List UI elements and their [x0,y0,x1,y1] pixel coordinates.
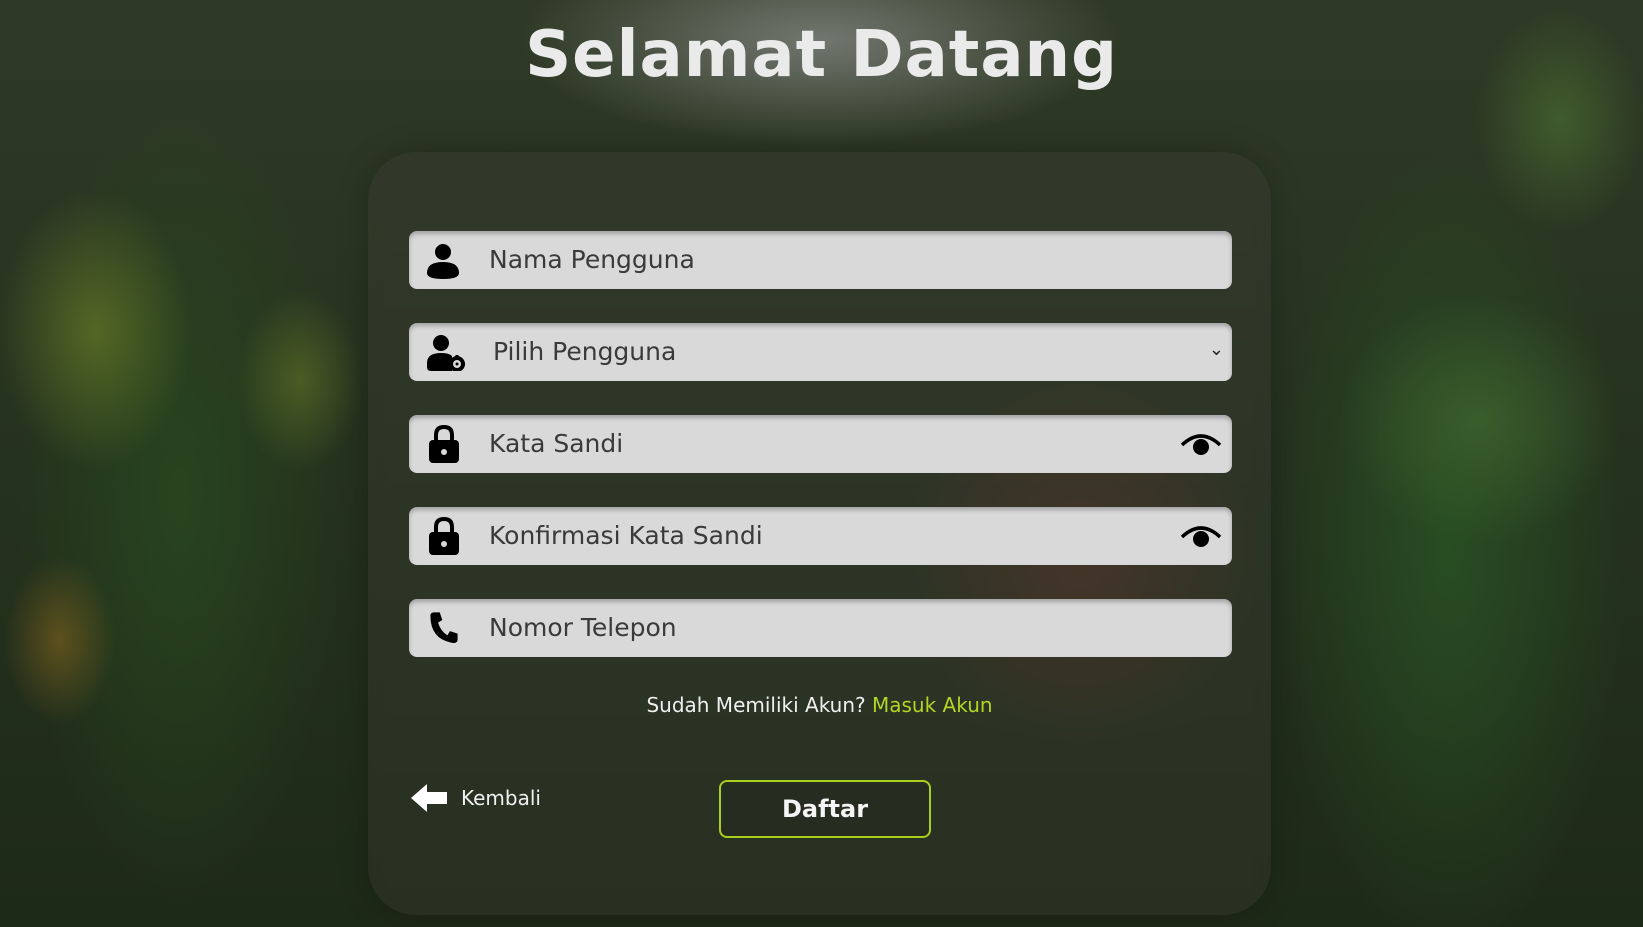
eye-icon[interactable] [1180,521,1222,551]
arrow-left-icon [411,784,447,812]
register-card: Nama Pengguna Pilih Pengguna ⌄ Kata Sand… [368,152,1271,915]
chevron-down-icon: ⌄ [1208,339,1224,360]
password-placeholder: Kata Sandi [489,429,624,458]
confirm-password-field[interactable]: Konfirmasi Kata Sandi [409,507,1232,565]
role-select[interactable]: Pilih Pengguna ⌄ [409,323,1232,381]
signin-prompt: Sudah Memiliki Akun? Masuk Akun [368,693,1271,717]
phone-field[interactable]: Nomor Telepon [409,599,1232,657]
eye-icon[interactable] [1180,429,1222,459]
user-gear-icon [427,335,465,371]
signin-link[interactable]: Masuk Akun [872,693,993,717]
user-icon [427,244,459,279]
username-placeholder: Nama Pengguna [489,245,695,274]
lock-icon [429,425,459,463]
back-label: Kembali [461,786,541,810]
confirm-password-placeholder: Konfirmasi Kata Sandi [489,521,763,550]
phone-icon [430,612,458,643]
signin-question: Sudah Memiliki Akun? [646,693,866,717]
back-button[interactable]: Kembali [411,780,541,816]
username-field[interactable]: Nama Pengguna [409,231,1232,289]
role-select-value: Pilih Pengguna [493,337,677,366]
page-title: Selamat Datang [525,18,1118,92]
phone-placeholder: Nomor Telepon [489,613,677,642]
lock-icon [429,517,459,555]
password-field[interactable]: Kata Sandi [409,415,1232,473]
submit-button[interactable]: Daftar [719,780,931,838]
